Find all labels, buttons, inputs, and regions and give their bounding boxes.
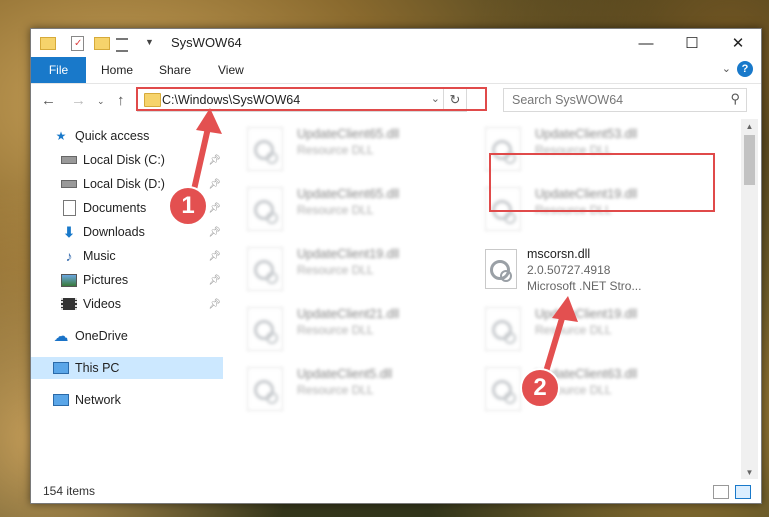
arrow-1-head xyxy=(196,108,222,134)
arrow-2-shaft xyxy=(542,312,566,378)
callout-2-badge: 2 xyxy=(520,368,560,408)
annotation-arrows xyxy=(190,108,578,378)
arrow-2-head xyxy=(552,296,578,322)
arrow-1-shaft xyxy=(190,125,211,197)
callout-1-badge: 1 xyxy=(168,186,208,226)
